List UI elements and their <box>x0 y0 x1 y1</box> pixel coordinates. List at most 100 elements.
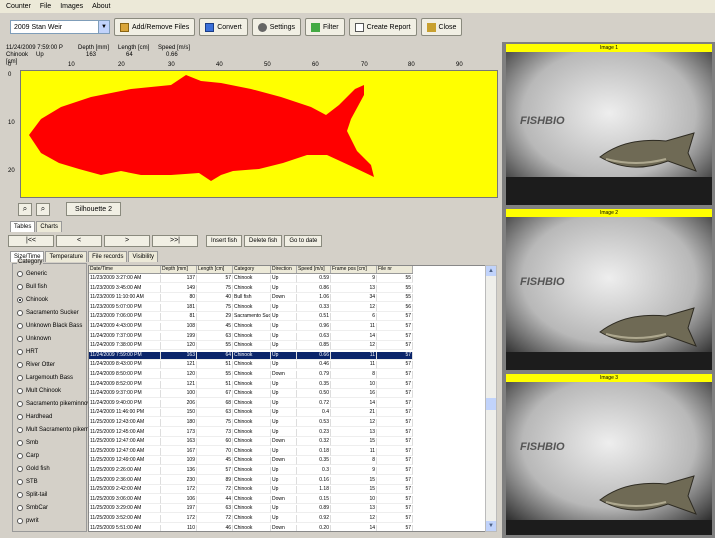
radio-icon[interactable] <box>17 401 23 407</box>
scroll-thumb[interactable] <box>486 398 496 410</box>
radio-icon[interactable] <box>17 388 23 394</box>
category-option[interactable]: HRT <box>17 349 38 355</box>
table-row[interactable]: 11/24/2009 8:52:00 PM 121 51 Chinook Up 0.35 1… <box>89 380 413 389</box>
table-row[interactable]: 11/25/2009 12:45:00 AM 173 73 Chinook Up 0.23… <box>89 428 413 437</box>
category-option[interactable]: River Otter <box>17 362 55 368</box>
category-option[interactable]: Unknown <box>17 336 51 342</box>
table-row[interactable]: 11/24/2009 9:37:00 PM 100 67 Chinook Up 0.50 1… <box>89 390 413 399</box>
table-row[interactable]: 11/23/2009 5:07:00 PM 181 75 Chinook Up 0.33 1… <box>89 303 413 312</box>
silhouette-button[interactable]: Silhouette 2 <box>66 202 121 216</box>
table-row[interactable]: 11/23/2009 7:06:00 PM 81 29 Sacramento Suc U… <box>89 313 413 322</box>
tab-temperature[interactable]: Temperature <box>45 251 88 262</box>
table-row[interactable]: 11/25/2009 3:06:00 AM 106 44 Chinook Down 0.1… <box>89 495 413 504</box>
add-remove-files-button[interactable]: Add/Remove Files <box>114 18 196 36</box>
radio-icon[interactable] <box>17 336 23 342</box>
dataset-select[interactable]: 2009 Stan Weir ▼ <box>10 20 110 34</box>
table-row[interactable]: 11/24/2009 8:50:00 PM 120 55 Chinook Down 0.7… <box>89 371 413 379</box>
table-row[interactable]: 11/23/2009 3:27:00 AM 137 57 Chinook Up 0.59 9… <box>89 275 413 283</box>
category-option[interactable]: Sacramento Sucker <box>17 310 79 316</box>
radio-icon[interactable] <box>17 466 23 472</box>
radio-icon[interactable] <box>17 414 23 420</box>
table-row[interactable]: 11/24/2009 7:59:00 PM 163 64 Chinook Up 0.66 1… <box>89 351 413 360</box>
tab-charts[interactable]: Charts <box>36 221 63 232</box>
category-option[interactable]: Hardhead <box>17 414 52 420</box>
previous-record-button[interactable]: < <box>56 234 102 247</box>
table-row[interactable]: 11/25/2009 12:43:00 AM 180 75 Chinook Up 0.53… <box>89 419 413 427</box>
category-option[interactable]: Smb <box>17 440 38 446</box>
category-option[interactable]: Largemouth Bass <box>17 375 73 381</box>
last-record-button[interactable]: >>| <box>152 234 198 247</box>
radio-icon[interactable] <box>17 362 23 368</box>
radio-icon[interactable] <box>17 505 23 511</box>
table-row[interactable]: 11/25/2009 5:51:00 AM 110 46 Chinook Down 0.2… <box>89 524 413 531</box>
convert-button[interactable]: Convert <box>199 18 248 36</box>
zoom-out-button[interactable]: ⌕ <box>36 202 50 216</box>
menu-about[interactable]: About <box>92 3 110 10</box>
radio-icon[interactable] <box>17 375 23 381</box>
table-scrollbar[interactable]: ▲ ▼ <box>485 265 497 532</box>
table-row[interactable]: 11/25/2009 3:52:00 AM 172 72 Chinook Up 0.92 1… <box>89 515 413 523</box>
table-row[interactable]: 11/24/2009 11:46:00 PM 150 63 Chinook Up 0.4 2… <box>89 409 413 418</box>
table-row[interactable]: 11/23/2009 11:10:00 AM 80 40 Bull fish Down 1… <box>89 294 413 303</box>
radio-icon[interactable] <box>17 284 23 290</box>
scroll-up-icon[interactable]: ▲ <box>486 266 496 276</box>
column-header[interactable]: Length [cm] <box>197 266 233 273</box>
tab-tables[interactable]: Tables <box>10 221 36 232</box>
radio-icon[interactable] <box>17 453 23 459</box>
first-record-button[interactable]: |<< <box>8 234 54 247</box>
filter-button[interactable]: Filter <box>305 18 345 36</box>
radio-icon[interactable] <box>17 271 23 277</box>
category-option[interactable]: Sacramento pikeminnow <box>17 401 92 407</box>
delete-fish-button[interactable]: Delete fish <box>244 234 283 247</box>
column-header[interactable]: Frame pos [cm] <box>331 266 377 273</box>
category-option[interactable]: Generic <box>17 271 47 277</box>
radio-icon[interactable] <box>17 440 23 446</box>
category-option[interactable]: Split-tail <box>17 492 47 498</box>
insert-fish-button[interactable]: Insert fish <box>206 234 243 247</box>
table-row[interactable]: 11/24/2009 9:40:00 PM 206 68 Chinook Up 0.72 1… <box>89 399 413 408</box>
menu-counter[interactable]: Counter <box>6 3 31 10</box>
radio-icon[interactable] <box>17 297 23 303</box>
table-row[interactable]: 11/25/2009 12:47:00 AM 167 70 Chinook Up 0.18… <box>89 447 413 456</box>
category-option[interactable]: SmbCar <box>17 505 48 511</box>
table-row[interactable]: 11/23/2009 3:45:00 AM 149 75 Chinook Up 0.86 1… <box>89 284 413 293</box>
category-option[interactable]: Unknown Black Bass <box>17 323 82 329</box>
table-row[interactable]: 11/25/2009 12:47:00 AM 163 60 Chinook Down 0.… <box>89 438 413 447</box>
category-option[interactable]: Mult Chinook <box>17 388 61 394</box>
radio-icon[interactable] <box>17 518 23 524</box>
category-option[interactable]: Chinook <box>17 297 48 303</box>
category-option[interactable]: Gold fish <box>17 466 50 472</box>
tab-visibility[interactable]: Visibility <box>128 251 159 262</box>
column-header[interactable]: Category <box>233 266 271 273</box>
table-row[interactable]: 11/25/2009 12:49:00 AM 109 45 Chinook Down 0.… <box>89 457 413 466</box>
radio-icon[interactable] <box>17 492 23 498</box>
radio-icon[interactable] <box>17 427 23 433</box>
table-row[interactable]: 11/25/2009 3:29:00 AM 197 63 Chinook Up 0.89 1… <box>89 505 413 514</box>
category-option[interactable]: Bull fish <box>17 284 47 290</box>
radio-icon[interactable] <box>17 479 23 485</box>
category-option[interactable]: pwrit <box>17 518 39 524</box>
menu-images[interactable]: Images <box>60 3 83 10</box>
column-header[interactable]: Speed [m/s] <box>297 266 331 273</box>
go-to-date-button[interactable]: Go to date <box>284 234 323 247</box>
category-option[interactable]: Carp <box>17 453 39 459</box>
table-row[interactable]: 11/25/2009 2:26:00 AM 136 57 Chinook Up 0.3 9 5… <box>89 467 413 475</box>
radio-icon[interactable] <box>17 323 23 329</box>
category-option[interactable]: STB <box>17 479 38 485</box>
column-header[interactable]: Date/Time <box>89 266 161 273</box>
next-record-button[interactable]: > <box>104 234 150 247</box>
table-row[interactable]: 11/25/2009 2:42:00 AM 172 72 Chinook Up 1.18 1… <box>89 486 413 495</box>
settings-button[interactable]: Settings <box>251 18 302 36</box>
scroll-down-icon[interactable]: ▼ <box>486 521 496 531</box>
create-report-button[interactable]: Create Report <box>348 18 417 36</box>
radio-icon[interactable] <box>17 310 23 316</box>
tab-file-records[interactable]: File records <box>88 251 128 262</box>
table-row[interactable]: 11/24/2009 7:37:00 PM 199 63 Chinook Up 0.63 1… <box>89 332 413 341</box>
column-header[interactable]: Depth [mm] <box>161 266 197 273</box>
table-row[interactable]: 11/24/2009 8:43:00 PM 121 51 Chinook Up 0.46 1… <box>89 361 413 370</box>
column-header[interactable]: File nr <box>377 266 413 273</box>
menu-file[interactable]: File <box>40 3 51 10</box>
column-header[interactable]: Direction <box>271 266 297 273</box>
table-row[interactable]: 11/24/2009 7:38:00 PM 120 55 Chinook Up 0.85 1… <box>89 342 413 351</box>
table-row[interactable]: 11/25/2009 2:36:00 AM 230 89 Chinook Up 0.16 1… <box>89 476 413 485</box>
